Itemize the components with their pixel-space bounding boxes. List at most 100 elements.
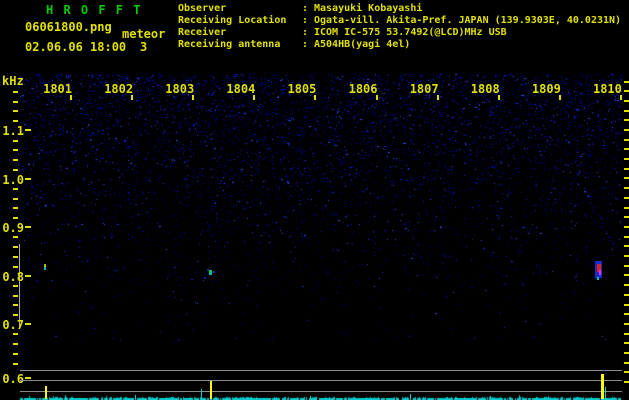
freq-minor-tick-right bbox=[624, 352, 629, 354]
time-tick bbox=[558, 95, 561, 100]
freq-minor-tick-left bbox=[13, 343, 18, 345]
hrofft-screen: H R O F F T 06061800.png meteor 02.06.06… bbox=[0, 0, 629, 400]
freq-minor-tick-left bbox=[13, 236, 18, 238]
freq-minor-tick-left bbox=[13, 149, 18, 151]
freq-minor-tick-left bbox=[13, 159, 18, 161]
freq-minor-tick-left bbox=[13, 246, 18, 248]
time-label: 1809 bbox=[531, 82, 561, 96]
freq-minor-tick-right bbox=[624, 245, 629, 247]
freq-minor-tick-left bbox=[13, 101, 18, 103]
meteor-count: 3 bbox=[140, 40, 148, 54]
signal-spike bbox=[490, 396, 491, 399]
time-tick bbox=[375, 95, 378, 100]
info-value: Masayuki Kobayashi bbox=[314, 3, 423, 14]
freq-minor-tick-left bbox=[13, 295, 18, 297]
freq-minor-tick-right bbox=[624, 342, 629, 344]
meteor-echo-mark bbox=[213, 271, 215, 273]
freq-minor-tick-left bbox=[13, 266, 18, 268]
time-label: 1804 bbox=[226, 82, 256, 96]
freq-minor-tick-right bbox=[624, 333, 629, 335]
signal-spike bbox=[135, 395, 136, 399]
freq-minor-tick-left bbox=[13, 333, 18, 335]
meteor-echo-mark bbox=[44, 267, 46, 270]
freq-minor-tick-right bbox=[624, 168, 629, 170]
freq-label: 0.7 bbox=[2, 318, 24, 332]
time-label: 1802 bbox=[104, 82, 134, 96]
signal-spike bbox=[45, 386, 47, 399]
info-label: Receiving Location bbox=[178, 15, 287, 26]
freq-label: 0.8 bbox=[2, 269, 24, 284]
info-separator: : bbox=[302, 27, 309, 38]
freq-minor-tick-right bbox=[624, 216, 629, 218]
freq-minor-tick-left bbox=[13, 188, 18, 190]
freq-minor-tick-right bbox=[624, 371, 629, 373]
output-filename: 06061800.png bbox=[25, 20, 112, 34]
freq-major-tick bbox=[25, 226, 31, 228]
freq-minor-tick-left bbox=[13, 314, 18, 316]
freq-minor-tick-left bbox=[13, 353, 18, 355]
meteor-echo-mark bbox=[597, 277, 599, 280]
freq-minor-tick-right bbox=[624, 148, 629, 150]
freq-minor-tick-right bbox=[624, 129, 629, 131]
info-separator: : bbox=[302, 3, 309, 14]
meteor-echo-mark bbox=[599, 270, 601, 275]
signal-spike bbox=[201, 389, 202, 399]
freq-minor-tick-left bbox=[13, 120, 18, 122]
time-label: 1801 bbox=[43, 82, 72, 96]
freq-minor-tick-left bbox=[13, 169, 18, 171]
station-info-row: Receiver: ICOM IC-575 53.7492(@LCD)MHz US… bbox=[178, 27, 621, 39]
freq-minor-tick-right bbox=[624, 284, 629, 286]
info-separator: : bbox=[302, 15, 309, 26]
time-tick bbox=[619, 95, 622, 100]
station-info-row: Receiving Location: Ogata-vill. Akita-Pre… bbox=[178, 15, 621, 27]
time-tick bbox=[314, 95, 317, 100]
freq-minor-tick-right bbox=[624, 304, 629, 306]
freq-minor-tick-right bbox=[624, 294, 629, 296]
freq-minor-tick-left bbox=[13, 198, 18, 200]
freq-minor-tick-right bbox=[624, 226, 629, 228]
info-separator: : bbox=[302, 39, 309, 50]
freq-major-tick bbox=[25, 177, 31, 180]
time-tick bbox=[70, 95, 72, 100]
freq-minor-tick-left bbox=[13, 217, 18, 219]
freq-minor-tick-right bbox=[624, 110, 629, 112]
signal-spike bbox=[210, 381, 212, 399]
freq-label: 1.1 bbox=[2, 124, 24, 138]
freq-major-tick bbox=[25, 323, 31, 325]
info-label: Observer bbox=[178, 3, 227, 14]
time-label: 1805 bbox=[287, 82, 317, 96]
station-info-row: Receiving antenna: A504HB(yagi 4el) bbox=[178, 39, 621, 51]
info-value: Ogata-vill. Akita-Pref. JAPAN (139.9303E… bbox=[314, 15, 622, 26]
info-label: Receiving antenna bbox=[178, 39, 281, 50]
freq-minor-tick-right bbox=[624, 207, 629, 209]
time-label: 1806 bbox=[348, 82, 378, 96]
meteor-echo-mark bbox=[204, 277, 206, 279]
station-info-row: Observer: Masayuki Kobayashi bbox=[178, 3, 621, 15]
observation-mode: meteor bbox=[122, 27, 166, 41]
freq-minor-tick-right bbox=[624, 158, 629, 160]
freq-label: 0.6 bbox=[2, 372, 24, 386]
freq-minor-tick-left bbox=[13, 140, 18, 142]
level-reference-line bbox=[20, 391, 622, 392]
freq-minor-tick-right bbox=[624, 139, 629, 141]
freq-major-tick bbox=[25, 274, 31, 277]
info-value: ICOM IC-575 53.7492(@LCD)MHz USB bbox=[314, 27, 507, 38]
time-tick bbox=[497, 95, 500, 100]
info-value: A504HB(yagi 4el) bbox=[314, 39, 411, 50]
signal-spike bbox=[410, 394, 411, 399]
freq-minor-tick-right bbox=[624, 381, 629, 383]
freq-minor-tick-right bbox=[624, 313, 629, 315]
time-tick bbox=[436, 95, 439, 100]
left-scale-bar bbox=[19, 244, 20, 328]
freq-label: 0.9 bbox=[2, 221, 24, 235]
time-label: 1803 bbox=[165, 82, 195, 96]
app-title: H R O F F T bbox=[46, 3, 142, 17]
meteor-echo-mark bbox=[209, 273, 212, 275]
freq-major-tick bbox=[25, 377, 31, 379]
level-reference-line bbox=[20, 370, 622, 371]
freq-minor-tick-right bbox=[624, 323, 629, 325]
time-label: 1808 bbox=[470, 82, 500, 96]
observation-datetime: 02.06.06 18:00 bbox=[25, 40, 127, 54]
time-tick bbox=[253, 95, 256, 100]
freq-minor-tick-right bbox=[624, 265, 629, 267]
